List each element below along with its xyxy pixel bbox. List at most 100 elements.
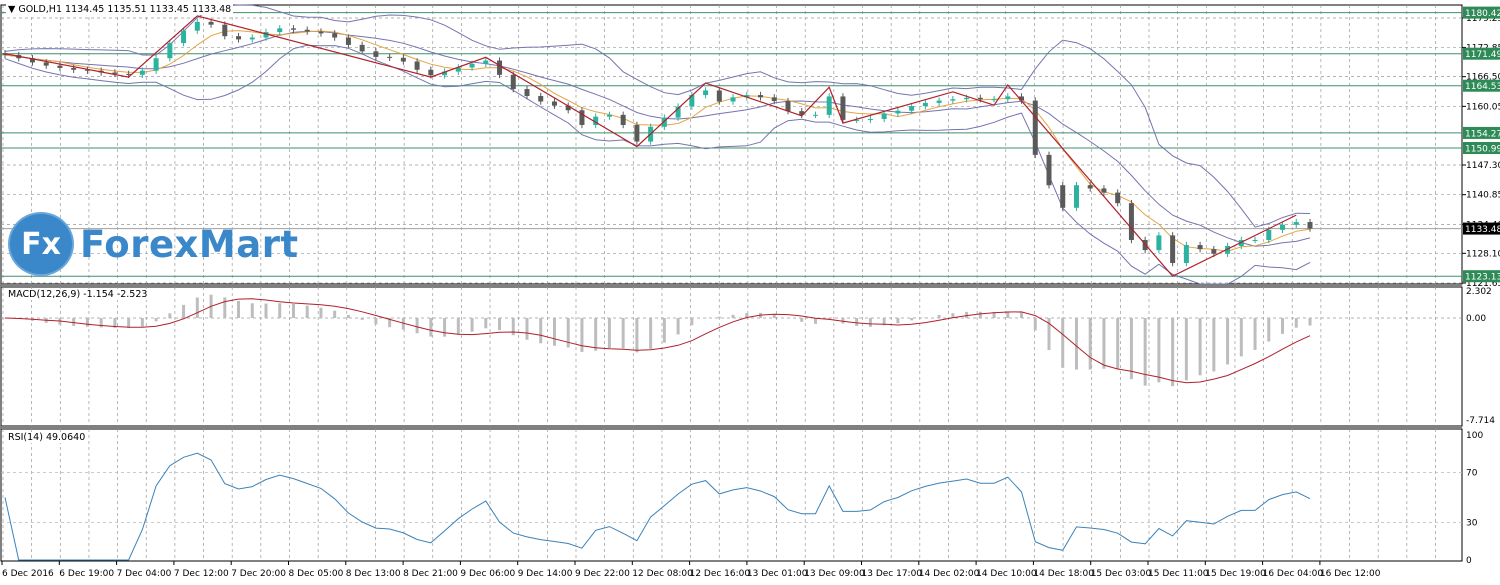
time-tick-label: 9 Dec 06:00 — [460, 569, 515, 579]
candle-body — [153, 58, 159, 71]
candle-body — [716, 90, 722, 102]
candle — [1293, 218, 1299, 229]
macd-histogram-bar — [690, 318, 694, 326]
macd-histogram-bar — [1020, 312, 1024, 318]
macd-histogram-bar — [965, 311, 969, 318]
macd-histogram-bar — [1157, 318, 1161, 383]
candle-body — [290, 28, 296, 30]
candle — [758, 91, 764, 101]
time-tick-label: 12 Dec 08:00 — [632, 569, 693, 579]
candle — [1128, 199, 1134, 244]
candle-body — [222, 24, 228, 37]
candle — [579, 107, 585, 129]
macd-histogram-bar — [1294, 318, 1298, 328]
candle — [895, 107, 901, 117]
macd-histogram-bar — [85, 318, 89, 327]
candle — [153, 55, 159, 74]
macd-histogram-bar — [264, 303, 268, 318]
triangle-down-icon[interactable]: ▼ — [8, 4, 15, 15]
candle-body — [359, 44, 365, 52]
macd-tick-label: 2.302 — [1466, 287, 1492, 297]
chart-header: ▼ GOLD,H1 1134.45 1135.51 1133.45 1133.4… — [6, 4, 234, 15]
macd-signal-line — [4, 298, 1311, 384]
macd-histogram-bar — [731, 314, 735, 318]
candle — [387, 53, 393, 62]
candle-body — [758, 95, 764, 98]
candle-body — [1156, 235, 1162, 251]
candle — [1170, 232, 1176, 267]
candle-body — [1115, 192, 1121, 204]
macd-histogram-bar — [1129, 318, 1133, 380]
macd-histogram-bar — [140, 318, 144, 327]
macd-histogram-bar — [580, 318, 584, 352]
macd-histogram-bar — [704, 317, 708, 319]
price-tick-label: 1140.85 — [1466, 191, 1500, 201]
macd-histogram-bar — [1061, 318, 1065, 368]
time-tick-label: 16 Dec 04:00 — [1263, 569, 1324, 579]
macd-histogram-bar — [470, 318, 474, 332]
candle-body — [895, 110, 901, 114]
macd-histogram-bar — [1239, 318, 1243, 357]
candle-body — [524, 89, 530, 96]
time-tick-label: 13 Dec 01:00 — [747, 569, 808, 579]
price-tag-label: 1180.42 — [1465, 9, 1500, 19]
candle-body — [991, 99, 997, 101]
macd-histogram-bar — [1171, 318, 1175, 387]
candle-body — [1046, 154, 1052, 186]
macd-histogram-bar — [855, 318, 859, 326]
macd-histogram-bar — [333, 310, 337, 318]
macd-histogram-bar — [374, 318, 378, 325]
macd-histogram-bar — [1198, 318, 1202, 376]
candle — [1115, 189, 1121, 207]
macd-histogram-bar — [937, 315, 941, 318]
price-tag-label: 1150.99 — [1465, 145, 1500, 155]
macd-histogram-bar — [360, 318, 364, 320]
candle-body — [194, 21, 200, 31]
macd-histogram-bar — [223, 297, 227, 318]
candle-body — [909, 106, 915, 111]
candle-body — [332, 33, 338, 38]
macd-histogram-bar — [1102, 318, 1106, 369]
candle-body — [551, 101, 557, 106]
time-tick-label: 13 Dec 09:00 — [804, 569, 865, 579]
symbol-label: GOLD,H1 — [18, 4, 62, 15]
time-tick-label: 6 Dec 19:00 — [59, 569, 114, 579]
macd-histogram-bar — [910, 318, 914, 321]
macd-histogram-bar — [154, 318, 158, 322]
candle-body — [1170, 235, 1176, 263]
macd-histogram-bar — [607, 318, 611, 349]
macd-histogram-bar — [278, 303, 282, 318]
candle-body — [936, 100, 942, 103]
candle-body — [318, 31, 324, 34]
candle — [1156, 232, 1162, 254]
candle-body — [1032, 100, 1038, 155]
macd-histogram-bar — [594, 318, 598, 351]
candle-body — [1073, 185, 1079, 208]
macd-histogram-bar — [429, 318, 433, 337]
candle-body — [373, 51, 379, 57]
candle-body — [620, 114, 626, 125]
chart-canvas[interactable]: 1179.251172.851166.501160.051147.301140.… — [0, 0, 1500, 585]
candle — [373, 48, 379, 61]
macd-histogram-bar — [168, 313, 172, 318]
candle-body — [1307, 222, 1313, 229]
candle-body — [71, 67, 77, 70]
rsi-line — [4, 452, 1311, 561]
candle-body — [812, 114, 818, 116]
rsi-tick-label: 70 — [1466, 469, 1478, 479]
macd-histogram-bar — [1088, 318, 1092, 370]
macd-histogram-bar — [498, 318, 502, 331]
candle-body — [1060, 185, 1066, 208]
macd-histogram-bar — [305, 305, 309, 318]
rsi-tick-label: 30 — [1466, 519, 1478, 529]
candle-body — [497, 60, 503, 75]
candle-body — [538, 95, 544, 102]
macd-histogram-bar — [786, 318, 790, 319]
candle-body — [771, 97, 777, 102]
candle-body — [277, 28, 283, 33]
candle — [1046, 151, 1052, 189]
time-tick-label: 14 Dec 10:00 — [976, 569, 1037, 579]
time-tick-label: 14 Dec 02:00 — [919, 569, 980, 579]
candle-body — [469, 63, 475, 68]
time-tick-label: 14 Dec 18:00 — [1033, 569, 1094, 579]
